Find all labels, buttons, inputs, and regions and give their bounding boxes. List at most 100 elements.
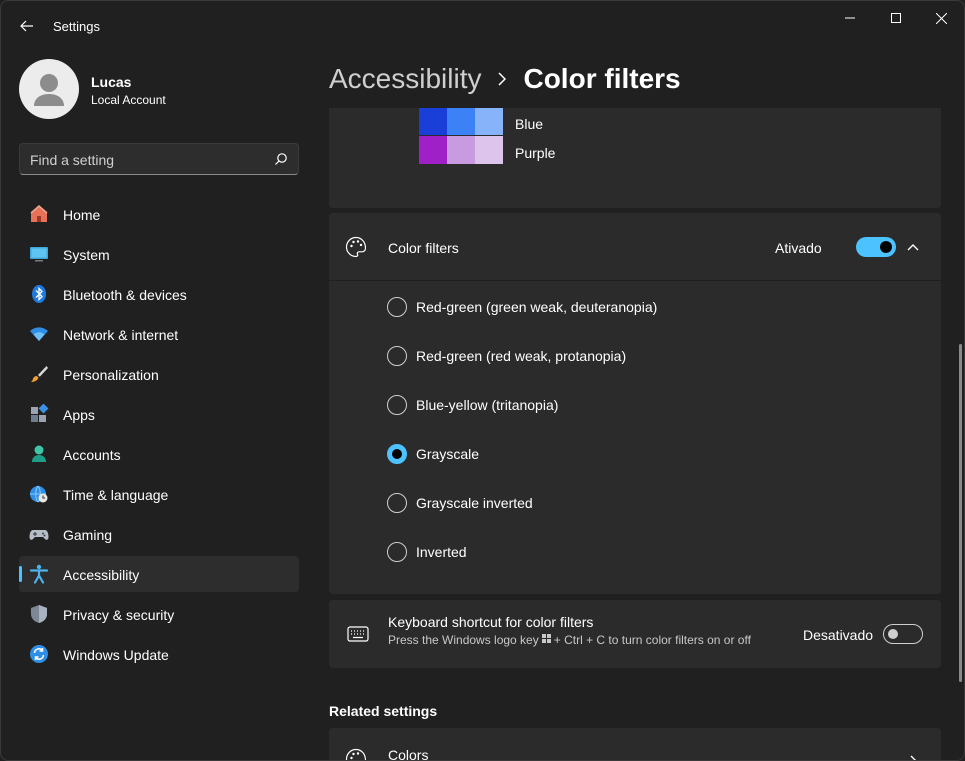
sidebar-item-label: Home: [63, 207, 101, 223]
palette-icon: [345, 236, 367, 258]
minimize-icon: [845, 17, 855, 19]
search-input[interactable]: [30, 150, 270, 170]
close-icon: [935, 12, 947, 24]
maximize-button[interactable]: [873, 5, 919, 31]
chevron-right-icon: [910, 755, 916, 760]
sidebar-item-label: Accessibility: [63, 567, 140, 583]
radio-option-inverted[interactable]: Inverted: [387, 542, 887, 564]
related-settings-heading: Related settings: [329, 703, 438, 719]
settings-window: Settings Lucas Local Account Find a sett…: [0, 0, 965, 761]
shortcut-title: Keyboard shortcut for color filters: [388, 614, 594, 630]
swatch-label: Purple: [515, 145, 556, 161]
radio-label: Grayscale inverted: [416, 495, 533, 511]
sidebar-item-label: Network & internet: [63, 327, 179, 343]
radio-label: Inverted: [416, 544, 467, 560]
sidebar-item-label: Time & language: [63, 487, 169, 503]
sidebar-item-gaming[interactable]: Gaming: [19, 516, 299, 552]
radio-option-grayscale[interactable]: Grayscale: [387, 444, 887, 466]
user-name: Lucas: [91, 74, 132, 90]
brush-icon: [29, 364, 49, 384]
sidebar-item-accounts[interactable]: Accounts: [19, 436, 299, 472]
sidebar-item-windows-update[interactable]: Windows Update: [19, 636, 299, 672]
swatch-row-blue: [419, 108, 503, 135]
breadcrumb-parent-link[interactable]: Accessibility: [329, 63, 481, 95]
sidebar-item-privacy-security[interactable]: Privacy & security: [19, 596, 299, 632]
color-swatch: [419, 108, 447, 135]
shortcut-description: Press the Windows logo key + Ctrl + C to …: [388, 632, 751, 647]
radio-label: Blue-yellow (tritanopia): [416, 397, 559, 413]
sidebar-item-personalization[interactable]: Personalization: [19, 356, 299, 392]
radio-button[interactable]: [387, 542, 407, 562]
color-filters-header[interactable]: Color filters Ativado: [329, 213, 941, 281]
radio-button[interactable]: [387, 297, 407, 317]
swatch-label: Blue: [515, 116, 544, 132]
title-bar: Settings: [1, 1, 964, 49]
sidebar-item-apps[interactable]: Apps: [19, 396, 299, 432]
back-button[interactable]: [13, 13, 41, 39]
search-icon[interactable]: [274, 152, 288, 166]
color-swatch: [475, 108, 503, 135]
keyboard-icon: [347, 626, 369, 642]
shortcut-desc-after: + Ctrl + C to turn color filters on or o…: [553, 632, 751, 647]
radio-label: Grayscale: [416, 446, 480, 462]
gamepad-icon: [29, 524, 49, 544]
radio-label: Red-green (red weak, protanopia): [416, 348, 627, 364]
radio-button[interactable]: [387, 346, 407, 366]
account-type: Local Account: [91, 93, 166, 107]
radio-option-protanopia[interactable]: Red-green (red weak, protanopia): [387, 346, 887, 368]
sidebar-item-label: Windows Update: [63, 647, 169, 663]
user-profile[interactable]: Lucas Local Account: [19, 59, 299, 119]
sidebar-nav: Home System Bluetooth & devices Network …: [19, 196, 299, 676]
chevron-up-icon[interactable]: [905, 239, 921, 255]
windows-logo-icon: [541, 634, 551, 644]
chevron-right-icon: [497, 72, 507, 86]
color-swatch: [447, 108, 475, 135]
minimize-button[interactable]: [827, 5, 873, 31]
color-filters-title: Color filters: [388, 240, 459, 256]
search-box[interactable]: [19, 143, 299, 175]
radio-button-selected[interactable]: [387, 444, 407, 464]
sidebar-item-accessibility[interactable]: Accessibility: [19, 556, 299, 592]
breadcrumb: Accessibility Color filters: [329, 61, 681, 97]
close-button[interactable]: [918, 5, 964, 31]
color-preview-card: Blue Purple: [329, 108, 941, 208]
bluetooth-icon: [29, 284, 49, 304]
page-title: Color filters: [523, 63, 681, 94]
sidebar-item-network[interactable]: Network & internet: [19, 316, 299, 352]
sidebar-item-time-language[interactable]: Time & language: [19, 476, 299, 512]
sidebar-item-label: Privacy & security: [63, 607, 175, 623]
radio-button[interactable]: [387, 493, 407, 513]
sidebar-item-bluetooth[interactable]: Bluetooth & devices: [19, 276, 299, 312]
radio-label: Red-green (green weak, deuteranopia): [416, 299, 658, 315]
color-swatch: [419, 136, 447, 164]
related-colors-link[interactable]: Colors: [329, 728, 941, 760]
sidebar-item-label: Accounts: [63, 447, 121, 463]
color-swatch: [475, 136, 503, 164]
apps-icon: [29, 404, 49, 424]
sidebar-item-system[interactable]: System: [19, 236, 299, 272]
home-icon: [29, 204, 49, 224]
system-icon: [29, 244, 49, 264]
vertical-scrollbar[interactable]: [959, 344, 962, 682]
color-filters-toggle-state: Ativado: [775, 240, 822, 256]
toggle-knob: [888, 629, 898, 639]
update-icon: [29, 644, 49, 664]
radio-option-grayscale-inverted[interactable]: Grayscale inverted: [387, 493, 887, 515]
sidebar-item-label: Personalization: [63, 367, 159, 383]
sidebar-item-label: Apps: [63, 407, 95, 423]
accessibility-icon: [29, 564, 49, 584]
radio-button[interactable]: [387, 395, 407, 415]
radio-option-tritanopia[interactable]: Blue-yellow (tritanopia): [387, 395, 887, 417]
arrow-left-icon: [20, 20, 33, 32]
sidebar-item-home[interactable]: Home: [19, 196, 299, 232]
maximize-icon: [891, 13, 901, 23]
accounts-icon: [29, 444, 49, 464]
shortcut-toggle-state: Desativado: [803, 627, 874, 643]
color-filters-toggle[interactable]: [856, 237, 896, 257]
shield-icon: [29, 604, 49, 624]
shortcut-toggle[interactable]: [883, 624, 923, 644]
radio-option-deuteranopia[interactable]: Red-green (green weak, deuteranopia): [387, 297, 887, 319]
settings-content: Blue Purple Color filters Ativado Red-gr…: [329, 108, 941, 760]
network-icon: [29, 324, 49, 344]
color-filters-card: Color filters Ativado Red-green (green w…: [329, 213, 941, 594]
